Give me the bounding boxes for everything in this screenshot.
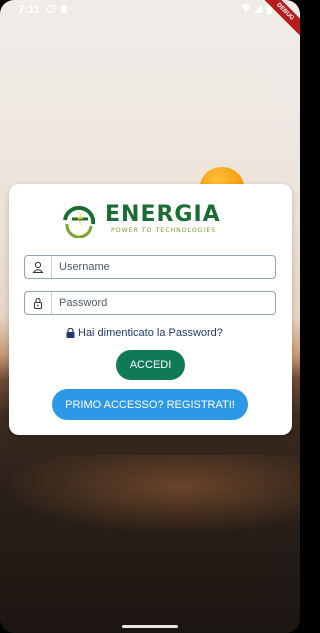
wifi-icon <box>241 4 251 13</box>
login-button-label: ACCEDI <box>129 359 172 371</box>
register-button[interactable]: PRIMO ACCESSO? REGISTRATI! <box>52 389 248 420</box>
forgot-password-link[interactable]: Hai dimenticato la Password? <box>66 327 223 339</box>
home-indicator[interactable] <box>122 625 178 628</box>
logo-wordmark: ENERGIA <box>105 202 221 227</box>
signal-icon <box>254 5 262 13</box>
password-field[interactable] <box>24 291 276 315</box>
status-time: 7:11 <box>18 4 41 16</box>
username-field[interactable] <box>24 255 276 279</box>
logo-tagline: POWER TO TECHNOLOGIES <box>111 227 217 234</box>
app-screen: 7:11 DEBUG ENERGIA POWER TO TECHNOLOGIES… <box>0 0 300 633</box>
person-icon <box>25 256 52 278</box>
status-bar: 7:11 <box>0 0 300 20</box>
energia-logo: ENERGIA POWER TO TECHNOLOGIES <box>57 202 242 238</box>
notification-icons <box>46 4 69 17</box>
register-button-label: PRIMO ACCESSO? REGISTRATI! <box>65 398 235 411</box>
lock-icon <box>25 292 52 314</box>
lock-icon <box>66 328 75 338</box>
login-button[interactable]: ACCEDI <box>116 350 185 380</box>
password-input[interactable] <box>59 294 267 312</box>
forgot-password-label: Hai dimenticato la Password? <box>78 327 223 339</box>
sim-card-icon <box>46 4 67 14</box>
background-ground <box>0 455 300 535</box>
logo-emblem-icon <box>63 205 96 238</box>
username-input[interactable] <box>59 258 267 276</box>
